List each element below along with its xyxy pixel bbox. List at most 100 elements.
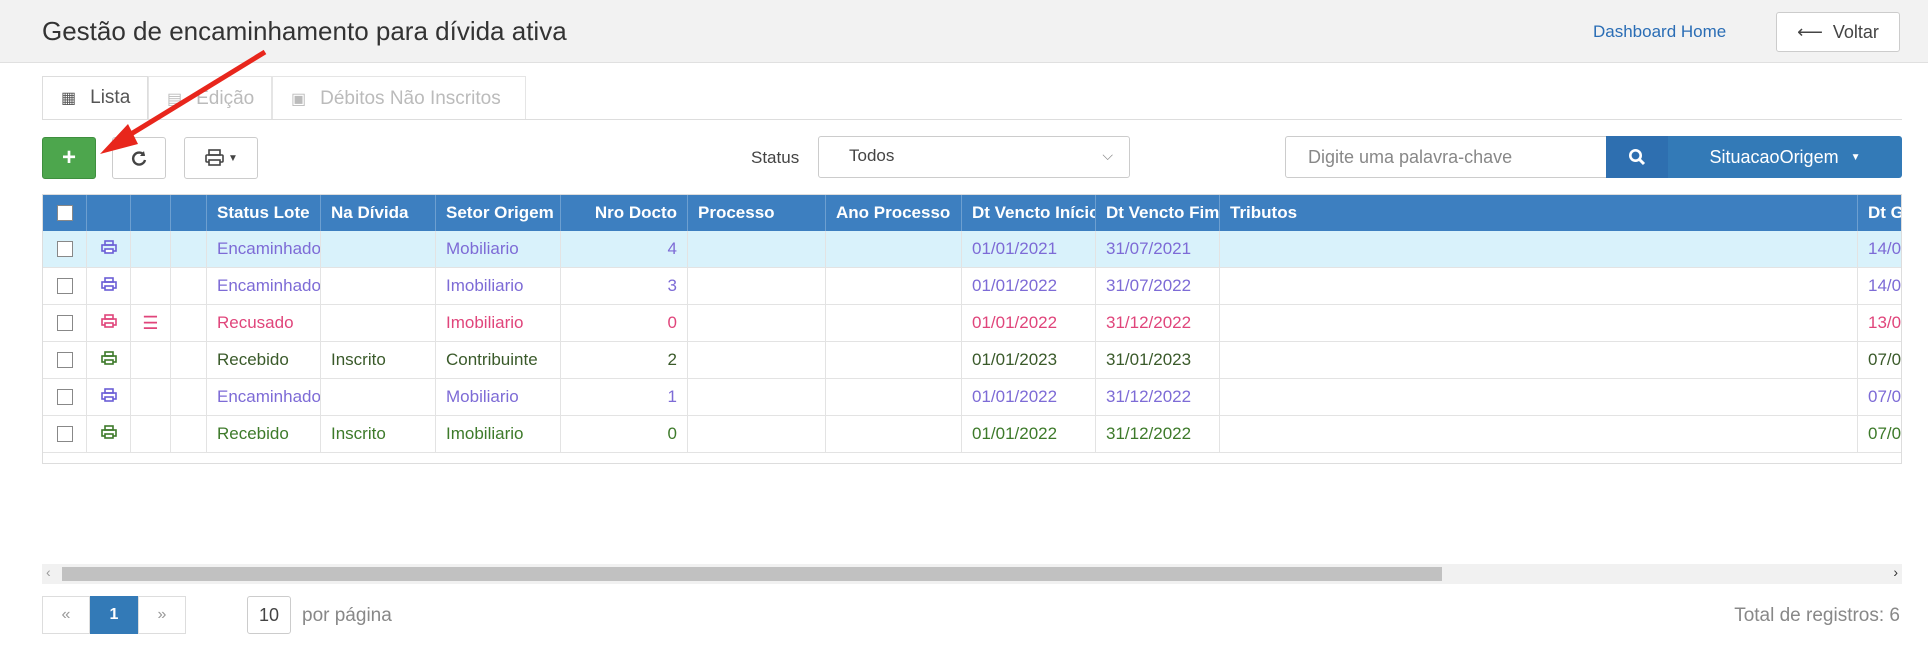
nro-docto-cell: 2 [561,342,688,378]
nro-docto-cell: 0 [561,416,688,452]
printer-icon[interactable] [100,313,117,333]
table-row[interactable]: Encaminhado Imobiliario 3 01/01/2022 31/07/2… [43,268,1901,305]
tab-edicao[interactable]: ▤ Edição [148,76,272,120]
ano-processo-header[interactable]: Ano Processo [826,195,962,231]
page-title: Gestão de encaminhamento para dívida ati… [42,16,567,46]
dt-vencto-inicio-cell: 01/01/2022 [962,416,1096,452]
tributos-cell [1220,416,1858,452]
ano-processo-cell [826,342,962,378]
table-row[interactable]: Recebido Inscrito Contribuinte 2 01/01/2023 3… [43,342,1901,379]
first-page-button[interactable]: « [42,596,90,634]
tab-lista[interactable]: ▦ Lista [42,76,148,120]
dt-vencto-fim-cell: 31/01/2023 [1096,342,1220,378]
dt-vencto-fim-cell: 31/12/2022 [1096,379,1220,415]
select-all-header[interactable] [43,195,87,231]
last-page-button[interactable]: » [138,596,186,634]
dt-vencto-inicio-cell: 01/01/2023 [962,342,1096,378]
printer-icon[interactable] [100,424,117,444]
na-divida-header[interactable]: Na Dívida [321,195,436,231]
setor-origem-header[interactable]: Setor Origem [436,195,561,231]
dt-vencto-fim-cell: 31/07/2022 [1096,268,1220,304]
scrollbar-thumb[interactable] [62,567,1442,581]
dashboard-home-link[interactable]: Dashboard Home [1593,22,1726,42]
list-icon[interactable]: ☰ [142,313,158,334]
back-button[interactable]: ⟵ Voltar [1776,12,1900,52]
dt-g-cell: 14/0: [1858,231,1901,267]
na-divida-cell [321,379,436,415]
processo-header[interactable]: Processo [688,195,826,231]
add-button[interactable]: + [42,137,96,179]
table-row[interactable]: Encaminhado Mobiliario 4 01/01/2021 31/07/20… [43,231,1901,268]
tributos-cell [1220,342,1858,378]
per-page-select[interactable]: 10 [247,596,291,634]
status-lote-cell: Recusado [207,305,321,341]
row-checkbox-cell [43,305,87,341]
tributos-cell [1220,268,1858,304]
row-checkbox[interactable] [56,389,73,405]
print-cell [87,305,131,341]
row-checkbox[interactable] [56,241,73,257]
icon-col-header[interactable] [131,195,171,231]
nro-docto-cell: 4 [561,231,688,267]
setor-origem-cell: Mobiliario [436,379,561,415]
status-lote-cell: Recebido [207,416,321,452]
na-divida-cell [321,231,436,267]
setor-origem-cell: Imobiliario [436,268,561,304]
arrow-left-icon: ⟵ [1797,21,1823,42]
processo-cell [688,379,826,415]
printer-icon[interactable] [100,387,117,407]
status-lote-cell: Recebido [207,342,321,378]
horizontal-scrollbar[interactable]: ‹ › [42,564,1902,584]
table-row[interactable]: Recebido Inscrito Imobiliario 0 01/01/2022 31… [43,416,1901,453]
table-row[interactable]: Encaminhado Mobiliario 1 01/01/2022 31/12/20… [43,379,1901,416]
blank-cell [171,268,207,304]
blank-col-header[interactable] [171,195,207,231]
na-divida-cell: Inscrito [321,416,436,452]
situacao-origem-dropdown[interactable]: SituacaoOrigem ▼ [1668,136,1902,178]
print-cell [87,379,131,415]
ano-processo-cell [826,231,962,267]
print-cell [87,342,131,378]
dt-g-header[interactable]: Dt G [1858,195,1901,231]
status-select[interactable]: Todos ⌵ [818,136,1130,178]
page-1-button[interactable]: 1 [90,596,138,634]
dt-vencto-fim-cell: 31/12/2022 [1096,416,1220,452]
dt-vencto-inicio-cell: 01/01/2021 [962,231,1096,267]
dt-g-cell: 14/0: [1858,268,1901,304]
pagination: « 1 » [42,596,186,634]
dt-vencto-fim-header[interactable]: Dt Vencto Fim [1096,195,1220,231]
row-checkbox[interactable] [56,315,73,331]
table-row[interactable]: ☰ Recusado Imobiliario 0 01/01/2022 31/12/202… [43,305,1901,342]
search-input[interactable]: Digite uma palavra-chave [1285,136,1607,178]
print-col-header[interactable] [87,195,131,231]
row-checkbox[interactable] [56,426,73,442]
dt-vencto-inicio-header[interactable]: Dt Vencto Início [962,195,1096,231]
select-all-checkbox[interactable] [56,205,73,221]
tributos-header[interactable]: Tributos [1220,195,1858,231]
status-lote-cell: Encaminhado [207,231,321,267]
refresh-button[interactable] [112,137,166,179]
scroll-left-icon[interactable]: ‹ [46,564,51,580]
caret-down-icon: ▼ [1850,151,1861,163]
scroll-right-icon[interactable]: › [1893,564,1898,580]
nro-docto-header[interactable]: Nro Docto [561,195,688,231]
list-icon-cell [131,342,171,378]
processo-cell [688,231,826,267]
status-lote-header[interactable]: Status Lote [207,195,321,231]
print-menu-button[interactable]: ▼ [184,137,258,179]
tab-divider [42,119,1902,120]
row-checkbox[interactable] [56,278,73,294]
tributos-cell [1220,379,1858,415]
caret-down-icon: ▼ [228,152,238,164]
dt-vencto-fim-cell: 31/07/2021 [1096,231,1220,267]
printer-icon[interactable] [100,239,117,259]
tab-debitos-nao-inscritos[interactable]: ▣ Débitos Não Inscritos [272,76,526,120]
dt-vencto-inicio-cell: 01/01/2022 [962,268,1096,304]
per-page-label: por página [302,605,392,626]
situacao-origem-label: SituacaoOrigem [1709,146,1839,167]
row-checkbox[interactable] [56,352,73,368]
search-button[interactable] [1606,136,1668,178]
printer-icon[interactable] [100,350,117,370]
printer-icon [205,149,224,166]
printer-icon[interactable] [100,276,117,296]
